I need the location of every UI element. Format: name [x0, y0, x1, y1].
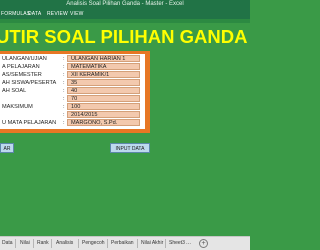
- title-bar: Analisis Soal Pilihan Ganda - Master - E…: [0, 0, 250, 9]
- form-value[interactable]: 70: [67, 95, 140, 102]
- sheet-tab-bar: Data Nilai Rank Analisis Pengecoh Perbai…: [0, 236, 250, 250]
- form-value[interactable]: MARGONO, S.Pd.: [67, 119, 140, 126]
- ribbon-tab-review[interactable]: REVIEW: [47, 9, 68, 19]
- form-row-subject: A PELAJARAN : MATEMATIKA: [0, 63, 250, 71]
- ribbon-tab-data[interactable]: DATA: [28, 9, 41, 19]
- form-value[interactable]: 2014/2015: [67, 111, 140, 118]
- ribbon-tab-view[interactable]: VIEW: [70, 9, 84, 19]
- sheet-tab-nilai[interactable]: Nilai: [20, 237, 30, 250]
- more-sheets-icon[interactable]: ...: [186, 237, 191, 250]
- form-label: ULANGAN/UJIAN: [2, 56, 47, 62]
- form-row-kkm: : 70: [0, 95, 250, 103]
- page-title: UTIR SOAL PILIHAN GANDA: [0, 25, 250, 49]
- form-value[interactable]: MATEMATIKA: [67, 63, 140, 70]
- sheet-tab-nilai-akhir[interactable]: Nilai Akhir: [141, 237, 163, 250]
- left-action-button[interactable]: AR: [0, 143, 14, 153]
- form-value[interactable]: XII KERAMIK/1: [67, 71, 140, 78]
- form-label: U MATA PELAJARAN: [2, 120, 57, 126]
- form-value[interactable]: ULANGAN HARIAN 1: [67, 55, 140, 62]
- sheet-tab-analisis[interactable]: Analisis: [56, 237, 73, 250]
- form-label: A PELAJARAN: [2, 64, 40, 70]
- form-value[interactable]: 40: [67, 87, 140, 94]
- sheet-tab-perbaikan[interactable]: Perbaikan: [111, 237, 134, 250]
- form-row-class: AS/SEMESTER : XII KERAMIK/1: [0, 71, 250, 79]
- form-label: AH SISWA/PESERTA: [2, 80, 57, 86]
- form-row-students: AH SISWA/PESERTA : 35: [0, 79, 250, 87]
- form-label: AS/SEMESTER: [2, 72, 42, 78]
- input-data-button[interactable]: INPUT DATA: [110, 143, 150, 153]
- form-label: MAKSIMUM: [2, 104, 33, 110]
- form-row-year: : 2014/2015: [0, 111, 250, 119]
- form-value[interactable]: 35: [67, 79, 140, 86]
- ribbon-tabs: FORMULAS DATA REVIEW VIEW: [0, 9, 250, 19]
- ribbon-tab-formulas[interactable]: FORMULAS: [1, 9, 30, 19]
- form-row-exam: ULANGAN/UJIAN : ULANGAN HARIAN 1: [0, 55, 250, 63]
- sheet-tab-pengecoh[interactable]: Pengecoh: [82, 237, 105, 250]
- sheet-tab-rank[interactable]: Rank: [37, 237, 49, 250]
- sheet-tab-sheet3[interactable]: Sheet3: [169, 237, 185, 250]
- form-row-teacher: U MATA PELAJARAN : MARGONO, S.Pd.: [0, 119, 250, 127]
- window-title: Analisis Soal Pilihan Ganda - Master - E…: [66, 1, 184, 7]
- form-value[interactable]: 100: [67, 103, 140, 110]
- form-row-questions: AH SOAL : 40: [0, 87, 250, 95]
- page-title-text: UTIR SOAL PILIHAN GANDA: [0, 26, 248, 47]
- form-label: AH SOAL: [2, 88, 27, 94]
- add-sheet-icon[interactable]: +: [199, 239, 208, 248]
- form-row-max: MAKSIMUM : 100: [0, 103, 250, 111]
- sheet-tab-data[interactable]: Data: [2, 237, 13, 250]
